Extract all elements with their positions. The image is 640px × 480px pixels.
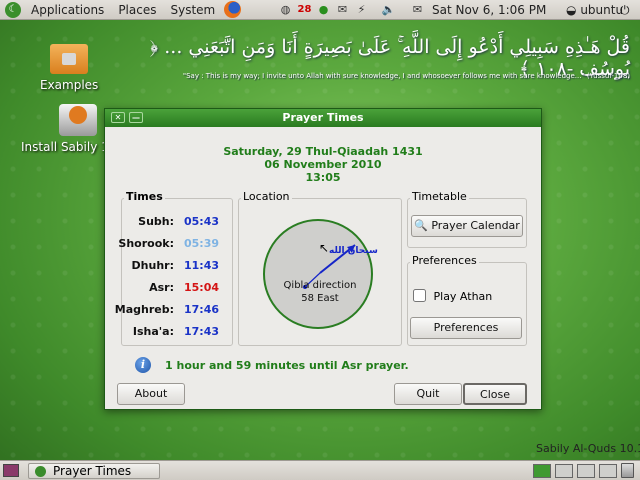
workspace-2[interactable] [555, 464, 573, 478]
prayer-time: 15:04 [184, 281, 220, 294]
user-icon: ◒ [566, 3, 577, 17]
prayer-name: Subh: [138, 215, 174, 228]
qibla-direction-value: 58 East [301, 293, 339, 304]
sabily-logo-icon[interactable]: ☾ [5, 1, 21, 18]
installer-icon [59, 104, 98, 136]
firefox-icon[interactable] [224, 1, 242, 18]
mouse-cursor-icon: ↖ [319, 241, 330, 255]
prayer-time: 05:39 [184, 237, 220, 250]
location-frame: Location سبحان الله ↖ Qibla direction 58… [238, 190, 402, 346]
times-frame: Times Subh: 05:43 Shorook: 05:39 Dhuhr: 11:43… [115, 190, 233, 346]
system-tray: ◍ 28 ● ✉ ⚡ 🔈 ✉ [278, 2, 425, 17]
close-button-label: Close [480, 388, 510, 401]
prayer-row: Dhuhr: 11:43 [122, 259, 232, 275]
hijri-date: Saturday, 29 Thul-Qiaadah 1431 [223, 145, 423, 158]
play-athan-input[interactable] [413, 289, 426, 302]
preferences-button-label: Preferences [433, 321, 499, 334]
user-name: ubuntu [580, 3, 624, 17]
prayer-times-window: ✕ — Prayer Times Saturday, 29 Thul-Qiaad… [104, 108, 542, 410]
prayer-name: Shorook: [118, 237, 174, 250]
top-panel: ☾ Applications Places System ◍ 28 ● ✉ ⚡ … [0, 0, 640, 20]
play-athan-label: Play Athan [433, 290, 493, 303]
prayer-time: 17:43 [184, 325, 220, 338]
prayer-name: Isha'a: [132, 325, 174, 338]
window-titlebar[interactable]: ✕ — Prayer Times [105, 109, 541, 127]
menu-applications[interactable]: Applications [24, 3, 111, 17]
prayer-calendar-label: Prayer Calendar [431, 219, 520, 232]
preferences-button[interactable]: Preferences [410, 317, 522, 339]
prayer-time: 11:43 [184, 259, 220, 272]
chat-icon[interactable]: ● [316, 2, 331, 17]
quit-button[interactable]: Quit [394, 383, 462, 405]
prayer-row: Subh: 05:43 [122, 215, 232, 231]
volume-icon[interactable]: 🔈 [381, 2, 396, 17]
quit-button-label: Quit [416, 387, 440, 400]
calendar-badge[interactable]: 28 [297, 2, 312, 17]
qibla-compass: سبحان الله ↖ Qibla direction 58 East [263, 219, 378, 329]
date-block: Saturday, 29 Thul-Qiaadah 1431 06 Novemb… [105, 145, 541, 184]
minimize-icon[interactable]: — [129, 112, 143, 123]
window-title: Prayer Times [282, 111, 364, 124]
mail-envelope-icon[interactable]: ✉ [410, 2, 425, 17]
globe-icon[interactable]: ◍ [278, 2, 293, 17]
next-prayer-message: 1 hour and 59 minutes until Asr prayer. [165, 359, 409, 372]
timetable-frame: Timetable 🔍 Prayer Calendar [407, 190, 527, 248]
user-menu[interactable]: ◒ ubuntu [566, 3, 623, 17]
current-time: 13:05 [305, 171, 341, 184]
desktop-icon-label: Examples [40, 78, 99, 92]
prayer-row: Asr: 15:04 [122, 281, 232, 297]
taskbar-prayer-times[interactable]: Prayer Times [28, 463, 160, 479]
compass-arabic-label: سبحان الله [329, 246, 378, 256]
prayer-name: Asr: [149, 281, 174, 294]
qibla-needle [303, 244, 356, 289]
workspace-1[interactable] [533, 464, 551, 478]
prayer-times-app-icon [35, 466, 46, 477]
menu-system[interactable]: System [163, 3, 222, 17]
info-icon: i [135, 357, 151, 373]
preferences-frame: Preferences Play Athan Preferences [407, 254, 527, 346]
prayer-name: Maghreb: [114, 303, 174, 316]
about-button[interactable]: About [117, 383, 185, 405]
power-plug-icon[interactable]: ⚡ [354, 2, 369, 17]
quran-verse-english: "Say : This is my way; I invite unto All… [182, 72, 630, 80]
qibla-direction-label: Qibla direction [283, 280, 357, 291]
preferences-frame-title: Preferences [410, 254, 479, 267]
show-desktop-icon[interactable] [3, 464, 19, 477]
prayer-row: Isha'a: 17:43 [122, 325, 232, 341]
magnifier-icon: 🔍 [414, 219, 428, 232]
edition-label: Sabily Al-Quds 10.10 [536, 442, 640, 455]
power-icon[interactable]: ⏻ [620, 3, 630, 18]
location-frame-title: Location [241, 190, 292, 203]
workspace-4[interactable] [599, 464, 617, 478]
calendar-badge-number: 28 [297, 4, 312, 15]
bottom-panel: Prayer Times [0, 460, 640, 480]
times-frame-title: Times [124, 190, 165, 203]
mail-icon[interactable]: ✉ [335, 2, 350, 17]
workspace-3[interactable] [577, 464, 595, 478]
prayer-time: 05:43 [184, 215, 220, 228]
menu-places[interactable]: Places [111, 3, 163, 17]
about-button-label: About [134, 387, 168, 400]
folder-icon [50, 44, 89, 74]
timetable-frame-title: Timetable [410, 190, 469, 203]
trash-icon[interactable] [621, 463, 634, 478]
gregorian-date: 06 November 2010 [264, 158, 382, 171]
prayer-row: Maghreb: 17:46 [115, 303, 232, 319]
clock[interactable]: Sat Nov 6, 1:06 PM [432, 3, 546, 17]
window-menu-icon[interactable]: ✕ [111, 112, 125, 123]
prayer-name: Dhuhr: [131, 259, 174, 272]
prayer-calendar-button[interactable]: 🔍 Prayer Calendar [411, 215, 523, 237]
play-athan-checkbox[interactable]: Play Athan [413, 289, 492, 303]
close-button[interactable]: Close [463, 383, 527, 405]
prayer-time: 17:46 [184, 303, 220, 316]
taskbar-label: Prayer Times [53, 464, 132, 478]
desktop-icon-examples[interactable]: Examples [40, 44, 98, 92]
prayer-row: Shorook: 05:39 [118, 237, 232, 253]
